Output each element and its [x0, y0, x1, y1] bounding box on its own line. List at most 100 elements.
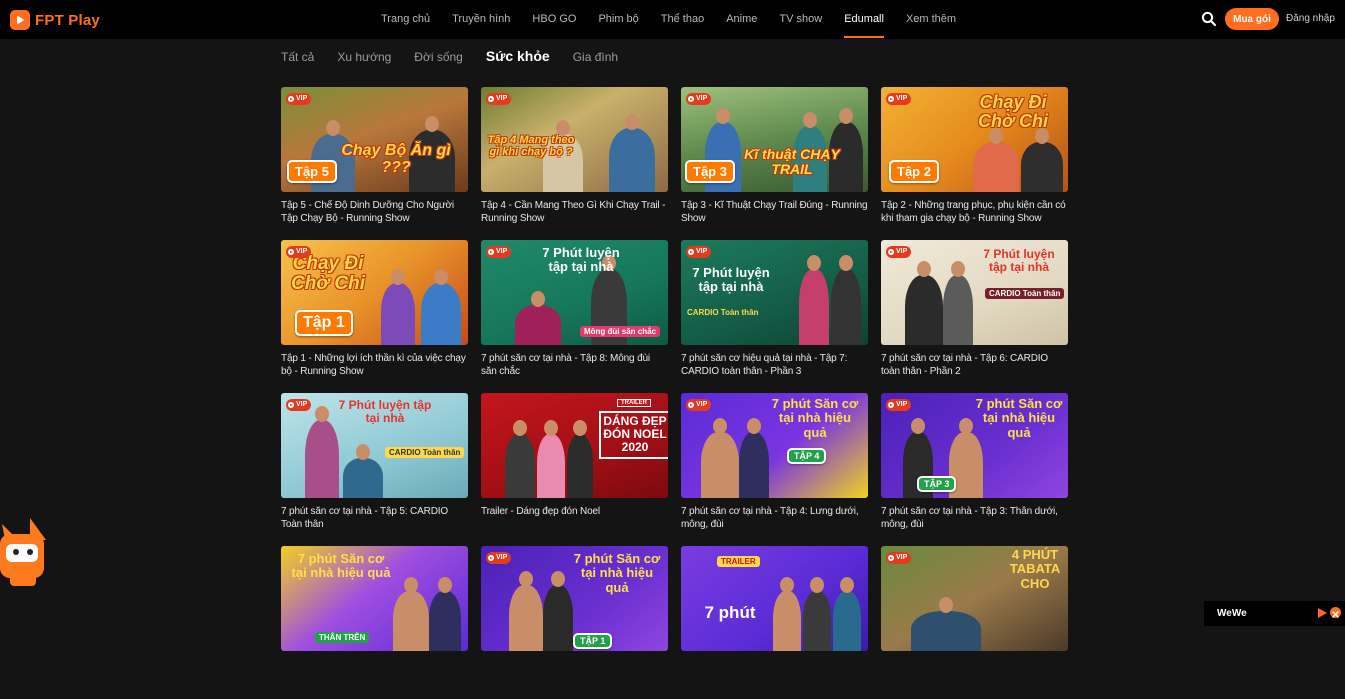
- video-card[interactable]: 7 phút Săn cơ tại nhà hiệu quả TẬP 3 VIP…: [881, 393, 1068, 546]
- video-title[interactable]: Tập 2 - Những trang phục, phụ kiện cần c…: [881, 199, 1068, 225]
- video-card[interactable]: Chạy Đi Chờ Chi Tập 2 VIP Tập 2 - Những …: [881, 87, 1068, 240]
- thumbnail-headline: 7 phút: [704, 603, 756, 622]
- vip-badge: VIP: [886, 246, 912, 258]
- search-icon[interactable]: [1201, 11, 1217, 27]
- video-title[interactable]: 7 phút săn cơ tại nhà - Tập 4: Lưng dưới…: [681, 505, 868, 531]
- video-thumbnail[interactable]: 7 phút Săn cơ tại nhà hiệu quả TẬP 3 VIP: [881, 393, 1068, 498]
- thumbnail-headline: 7 phút Săn cơ tại nhà hiệu quả: [771, 396, 859, 440]
- play-logo-icon: [10, 10, 30, 30]
- nav-item-phim-bo[interactable]: Phim bộ: [587, 0, 649, 39]
- video-thumbnail[interactable]: 7 Phút luyện tập tại nhà CARDIO Toàn thâ…: [881, 240, 1068, 345]
- vip-badge: VIP: [886, 93, 912, 105]
- video-card[interactable]: Chạy Đi Chờ Chi Tập 1 VIP Tập 1 - Những …: [281, 240, 468, 393]
- video-thumbnail[interactable]: Chạy Bộ Ăn gì ??? Tập 5 VIP: [281, 87, 468, 192]
- vip-badge: VIP: [686, 93, 712, 105]
- video-title[interactable]: Trailer - Dáng đẹp đón Noel: [481, 505, 668, 518]
- video-card[interactable]: 7 phút Săn cơ tại nhà hiệu quả THÂN TRÊN: [281, 546, 468, 699]
- thumbnail-headline: 7 Phút luyện tập tại nhà: [692, 265, 770, 295]
- vip-badge: VIP: [486, 552, 512, 564]
- mini-player-title: WeWe: [1217, 608, 1247, 619]
- thumbnail-caption: CARDIO Toàn thân: [687, 308, 759, 317]
- video-title[interactable]: Tập 3 - Kĩ Thuật Chạy Trail Đúng - Runni…: [681, 199, 868, 225]
- thumbnail-caption: Mông đùi săn chắc: [579, 326, 660, 337]
- video-thumbnail[interactable]: Chạy Đi Chờ Chi Tập 2 VIP: [881, 87, 1068, 192]
- video-title[interactable]: 7 phút săn cơ tại nhà - Tập 8: Mông đùi …: [481, 352, 668, 378]
- buy-package-button[interactable]: Mua gói: [1225, 8, 1279, 30]
- video-card[interactable]: 7 phút Săn cơ tại nhà hiệu quả TẬP 1 VIP: [481, 546, 668, 699]
- play-icon[interactable]: [1316, 606, 1328, 618]
- thumbnail-headline: Chạy Đi Chờ Chi: [977, 92, 1049, 131]
- video-title[interactable]: Tập 1 - Những lợi ích thần kì của việc c…: [281, 352, 468, 378]
- video-thumbnail[interactable]: 7 phút Săn cơ tại nhà hiệu quả THÂN TRÊN: [281, 546, 468, 651]
- vip-badge: VIP: [486, 93, 512, 105]
- vip-badge: VIP: [486, 246, 512, 258]
- video-card[interactable]: 4 PHÚT TABATA CHO VIP: [881, 546, 1068, 699]
- video-thumbnail[interactable]: TRAILER 7 phút: [681, 546, 868, 651]
- thumbnail-headline: Chạy Đi Chờ Chi: [291, 253, 365, 294]
- episode-badge: TẬP 4: [787, 448, 827, 464]
- nav-item-anime[interactable]: Anime: [715, 0, 768, 39]
- tab-gia-dinh[interactable]: Gia đình: [573, 50, 618, 64]
- thumbnail-headline: 7 phút Săn cơ tại nhà hiệu quả: [975, 396, 1063, 440]
- thumbnail-headline: 7 Phút luyện tập tại nhà: [983, 247, 1055, 275]
- thumbnail-headline: Tập 4 Mang theo gì khi chạy bộ ?: [487, 134, 575, 158]
- video-thumbnail[interactable]: 7 phút Săn cơ tại nhà hiệu quả TẬP 1 VIP: [481, 546, 668, 651]
- vip-badge: VIP: [886, 399, 912, 411]
- tab-suc-khoe[interactable]: Sức khỏe: [486, 48, 550, 64]
- video-title[interactable]: 7 phút săn cơ tại nhà - Tập 5: CARDIO To…: [281, 505, 468, 531]
- thumbnail-caption: TRAILER: [717, 556, 760, 567]
- video-thumbnail[interactable]: 7 Phút luyện tập tại nhà CARDIO Toàn thâ…: [281, 393, 468, 498]
- thumbnail-headline: 7 Phút luyện tập tại nhà: [542, 245, 620, 275]
- video-card[interactable]: 7 phút Săn cơ tại nhà hiệu quả TẬP 4 VIP…: [681, 393, 868, 546]
- video-title[interactable]: 7 phút săn cơ hiệu quả tại nhà - Tập 7: …: [681, 352, 868, 378]
- category-tabs: Tất cả Xu hướng Đời sống Sức khỏe Gia đì…: [281, 48, 641, 72]
- mascot-fox-icon[interactable]: [0, 514, 50, 594]
- video-card[interactable]: 7 Phút luyện tập tại nhà Mông đùi săn ch…: [481, 240, 668, 393]
- nav-item-trang-chu[interactable]: Trang chủ: [370, 0, 441, 39]
- thumbnail-caption: CARDIO Toàn thân: [985, 288, 1065, 299]
- nav-item-truyen-hinh[interactable]: Truyền hình: [441, 0, 521, 39]
- vip-badge: VIP: [286, 399, 312, 411]
- login-link[interactable]: Đăng nhập: [1286, 13, 1335, 24]
- video-card[interactable]: 7 Phút luyện tập tại nhà CARDIO Toàn thâ…: [281, 393, 468, 546]
- vip-badge: VIP: [686, 399, 712, 411]
- video-thumbnail[interactable]: Kĩ thuật CHẠY TRAIL Tập 3 VIP: [681, 87, 868, 192]
- episode-badge: Tập 5: [287, 160, 337, 183]
- video-card[interactable]: 7 Phút luyện tập tại nhà CARDIO Toàn thâ…: [681, 240, 868, 393]
- vip-badge: VIP: [686, 246, 712, 258]
- nav-item-xem-them[interactable]: Xem thêm: [895, 0, 967, 39]
- video-card[interactable]: TRAILER DÁNG ĐẸP ĐÓN NOEL 2020 Trailer -…: [481, 393, 668, 546]
- tab-tat-ca[interactable]: Tất cả: [281, 50, 314, 64]
- video-card[interactable]: 7 Phút luyện tập tại nhà CARDIO Toàn thâ…: [881, 240, 1068, 393]
- video-card[interactable]: Tập 4 Mang theo gì khi chạy bộ ? VIP Tập…: [481, 87, 668, 240]
- close-icon[interactable]: [1330, 607, 1341, 618]
- thumbnail-caption: CARDIO Toàn thân: [385, 447, 465, 458]
- video-thumbnail[interactable]: 7 Phút luyện tập tại nhà Mông đùi săn ch…: [481, 240, 668, 345]
- video-thumbnail[interactable]: Chạy Đi Chờ Chi Tập 1 VIP: [281, 240, 468, 345]
- episode-badge: Tập 1: [295, 310, 353, 336]
- episode-badge: Tập 2: [889, 160, 939, 183]
- nav-item-hbo-go[interactable]: HBO GO: [521, 0, 587, 39]
- video-thumbnail[interactable]: 7 phút Săn cơ tại nhà hiệu quả TẬP 4 VIP: [681, 393, 868, 498]
- nav-item-tv-show[interactable]: TV show: [768, 0, 833, 39]
- vip-badge: VIP: [886, 552, 912, 564]
- video-card[interactable]: Chạy Bộ Ăn gì ??? Tập 5 VIP Tập 5 - Chế …: [281, 87, 468, 240]
- video-title[interactable]: 7 phút săn cơ tại nhà - Tập 3: Thân dưới…: [881, 505, 1068, 531]
- video-thumbnail[interactable]: 7 Phút luyện tập tại nhà CARDIO Toàn thâ…: [681, 240, 868, 345]
- video-thumbnail[interactable]: Tập 4 Mang theo gì khi chạy bộ ? VIP: [481, 87, 668, 192]
- nav-item-the-thao[interactable]: Thể thao: [650, 0, 715, 39]
- tab-xu-huong[interactable]: Xu hướng: [337, 50, 391, 64]
- video-card[interactable]: Kĩ thuật CHẠY TRAIL Tập 3 VIP Tập 3 - Kĩ…: [681, 87, 868, 240]
- video-title[interactable]: 7 phút săn cơ tại nhà - Tập 6: CARDIO to…: [881, 352, 1068, 378]
- vip-badge: VIP: [286, 246, 312, 258]
- video-card[interactable]: TRAILER 7 phút: [681, 546, 868, 699]
- video-thumbnail[interactable]: 4 PHÚT TABATA CHO VIP: [881, 546, 1068, 651]
- thumbnail-headline: 7 Phút luyện tập tại nhà: [338, 398, 432, 426]
- video-title[interactable]: Tập 4 - Cần Mang Theo Gì Khi Chạy Trail …: [481, 199, 668, 225]
- nav-item-edumall[interactable]: Edumall: [833, 0, 895, 39]
- thumbnail-caption: THÂN TRÊN: [315, 632, 370, 643]
- video-thumbnail[interactable]: TRAILER DÁNG ĐẸP ĐÓN NOEL 2020: [481, 393, 668, 498]
- video-title[interactable]: Tập 5 - Chế Độ Dinh Dưỡng Cho Người Tập …: [281, 199, 468, 225]
- fpt-play-logo[interactable]: FPT Play: [10, 10, 100, 30]
- tab-doi-song[interactable]: Đời sống: [414, 50, 463, 64]
